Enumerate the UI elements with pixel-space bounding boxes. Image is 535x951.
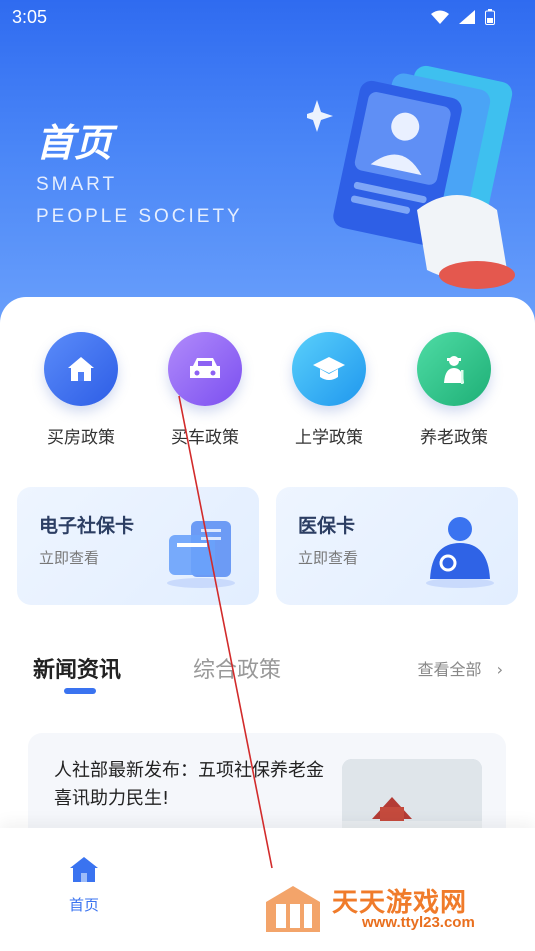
nav-home-label: 首页 (68, 896, 99, 914)
page-title: 首页 (36, 121, 113, 165)
watermark: 天天游戏网 www.ttyl23.com (262, 880, 532, 940)
battery-icon (485, 9, 495, 25)
card-subtitle: 立即查看 (298, 549, 359, 567)
hero-subtitle-line2: PEOPLE SOCIETY (36, 206, 243, 227)
nav-home[interactable]: 首页 (54, 854, 114, 915)
elderly-person-icon (417, 332, 491, 406)
quick-action-car-policy[interactable]: 买车政策 (155, 332, 255, 448)
tab-news[interactable]: 新闻资讯 (33, 652, 121, 684)
status-icons (431, 9, 495, 25)
quick-action-elderly-policy[interactable]: 养老政策 (404, 332, 504, 448)
car-icon (168, 332, 242, 406)
view-all-link[interactable]: 查看全部 › (417, 656, 503, 680)
social-security-card[interactable]: 电子社保卡 立即查看 (17, 487, 259, 605)
quick-action-house-policy[interactable]: 买房政策 (31, 332, 131, 448)
house-icon (44, 332, 118, 406)
news-thumbnail (342, 759, 482, 839)
view-all-label: 查看全部 (417, 660, 482, 679)
tab-indicator (64, 688, 96, 694)
quick-action-school-policy[interactable]: 上学政策 (279, 332, 379, 448)
quick-action-label: 上学政策 (295, 428, 363, 448)
graduation-cap-icon (292, 332, 366, 406)
signal-icon (459, 10, 475, 24)
watermark-url: www.ttyl23.com (362, 914, 475, 931)
hero-banner: 3:05 首页 SMART PEOPLE SOCIETY (0, 0, 535, 330)
news-item[interactable]: 人社部最新发布：五项社保养老金喜讯助力民生! (28, 733, 506, 843)
card-title: 医保卡 (298, 515, 356, 537)
hero-subtitle-line1: SMART (36, 174, 118, 195)
medical-bell-icon (426, 517, 494, 588)
card-subtitle: 立即查看 (39, 549, 100, 567)
news-title: 人社部最新发布：五项社保养老金喜讯助力民生! (54, 760, 324, 809)
quick-action-label: 买房政策 (47, 428, 115, 448)
watermark-logo-icon (266, 886, 320, 932)
status-bar: 3:05 (0, 0, 535, 36)
news-tabs: 新闻资讯 综合政策 查看全部 › (0, 650, 535, 700)
quick-action-label: 养老政策 (420, 428, 488, 448)
card-title: 电子社保卡 (39, 515, 135, 537)
tab-policy[interactable]: 综合政策 (193, 652, 281, 684)
medical-insurance-card[interactable]: 医保卡 立即查看 (276, 487, 518, 605)
wifi-icon (431, 10, 449, 24)
card-stack-icon (167, 521, 235, 588)
quick-action-label: 买车政策 (171, 428, 239, 448)
chevron-right-icon: › (496, 660, 503, 679)
home-icon (70, 857, 98, 882)
status-time: 3:05 (12, 7, 48, 27)
id-card-hand-illustration (307, 65, 515, 289)
